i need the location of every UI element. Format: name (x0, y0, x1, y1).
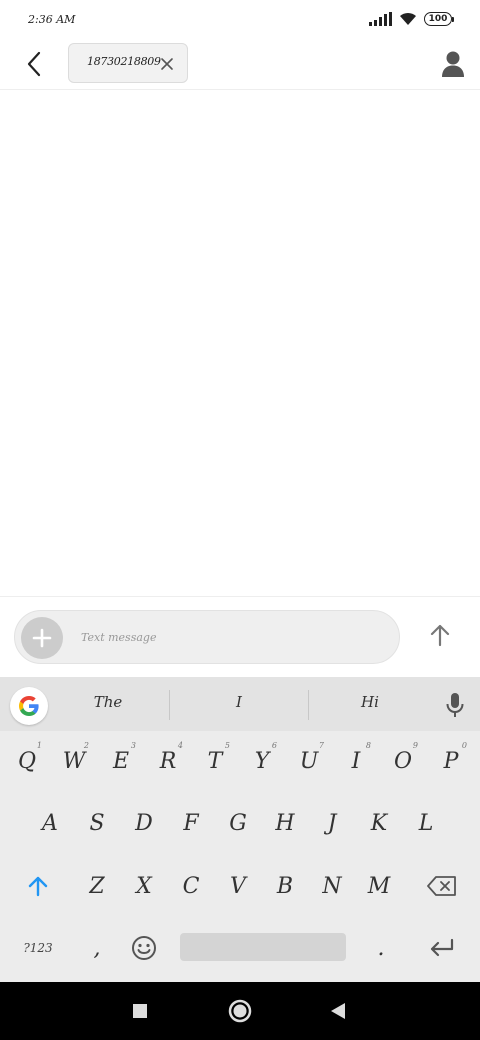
message-thread[interactable] (0, 91, 480, 596)
shift-icon (28, 876, 48, 897)
key-v[interactable]: V (215, 860, 261, 912)
enter-icon (430, 938, 454, 957)
key-k[interactable]: K (356, 797, 402, 849)
key-e[interactable]: E3 (98, 735, 144, 787)
suggestion-2[interactable]: I (189, 693, 289, 711)
key-r[interactable]: R4 (145, 735, 191, 787)
back-icon (331, 1003, 345, 1019)
contact-icon[interactable] (440, 50, 466, 78)
key-t[interactable]: T5 (192, 735, 238, 787)
key-s[interactable]: S (74, 797, 120, 849)
send-arrow-icon (430, 624, 450, 647)
key-c[interactable]: C (168, 860, 214, 912)
wifi-icon (400, 12, 416, 25)
key-o[interactable]: O9 (380, 735, 426, 787)
key-q[interactable]: Q1 (4, 735, 50, 787)
home-icon (228, 999, 252, 1023)
key-m[interactable]: M (356, 860, 402, 912)
message-placeholder: Text message (81, 631, 157, 644)
key-j[interactable]: J (309, 797, 355, 849)
key-x[interactable]: X (121, 860, 167, 912)
back-arrow-icon (27, 51, 41, 77)
suggestion-divider (169, 690, 170, 720)
keyboard: The I Hi Q1 W2 E3 R4 T5 Y6 U7 I8 O9 P0 A… (0, 677, 480, 982)
status-icons: 100 (369, 12, 454, 26)
key-n[interactable]: N (309, 860, 355, 912)
suggestion-1[interactable]: The (58, 693, 158, 711)
key-h[interactable]: H (262, 797, 308, 849)
google-button[interactable] (10, 687, 48, 725)
backspace-key[interactable] (412, 860, 472, 912)
key-u[interactable]: U7 (286, 735, 332, 787)
emoji-key[interactable] (121, 922, 167, 974)
signal-icon (369, 12, 392, 26)
suggestion-bar: The I Hi (0, 677, 480, 731)
recipient-number: 18730218809 (87, 55, 161, 68)
compose-bar: Text message (0, 596, 480, 677)
key-y[interactable]: Y6 (239, 735, 285, 787)
comma-key[interactable]: , (74, 922, 120, 974)
attach-button[interactable] (21, 617, 63, 659)
suggestion-3[interactable]: Hi (320, 693, 420, 711)
key-b[interactable]: B (262, 860, 308, 912)
recipient-chip[interactable]: 18730218809 (68, 43, 188, 83)
enter-key[interactable] (412, 922, 472, 974)
status-bar: 2:36 AM 100 (0, 0, 480, 40)
battery-level: 100 (424, 12, 452, 26)
key-w[interactable]: W2 (51, 735, 97, 787)
recents-icon (133, 1004, 147, 1018)
key-a[interactable]: A (27, 797, 73, 849)
symbols-key[interactable]: ?123 (8, 922, 68, 974)
backspace-icon (427, 876, 456, 896)
message-input[interactable]: Text message (14, 610, 400, 664)
google-icon (19, 696, 39, 716)
status-time: 2:36 AM (28, 13, 76, 26)
mic-icon[interactable] (444, 691, 466, 719)
home-button[interactable] (225, 996, 255, 1026)
period-key[interactable]: . (358, 922, 404, 974)
conversation-header: 18730218809 (0, 40, 480, 90)
emoji-icon (132, 936, 156, 960)
space-key[interactable] (180, 933, 346, 961)
back-nav-button[interactable] (323, 996, 353, 1026)
battery-icon: 100 (424, 12, 454, 26)
key-p[interactable]: P0 (427, 735, 475, 787)
back-button[interactable] (18, 48, 50, 80)
recents-button[interactable] (125, 996, 155, 1026)
key-i[interactable]: I8 (333, 735, 379, 787)
key-f[interactable]: F (168, 797, 214, 849)
key-d[interactable]: D (121, 797, 167, 849)
close-icon[interactable] (159, 56, 175, 72)
symbols-label: ?123 (23, 941, 53, 955)
shift-key[interactable] (8, 860, 68, 912)
suggestion-divider (308, 690, 309, 720)
plus-icon (32, 628, 52, 648)
key-z[interactable]: Z (74, 860, 120, 912)
key-g[interactable]: G (215, 797, 261, 849)
navigation-bar (0, 982, 480, 1040)
send-button[interactable] (422, 617, 458, 653)
key-l[interactable]: L (403, 797, 449, 849)
